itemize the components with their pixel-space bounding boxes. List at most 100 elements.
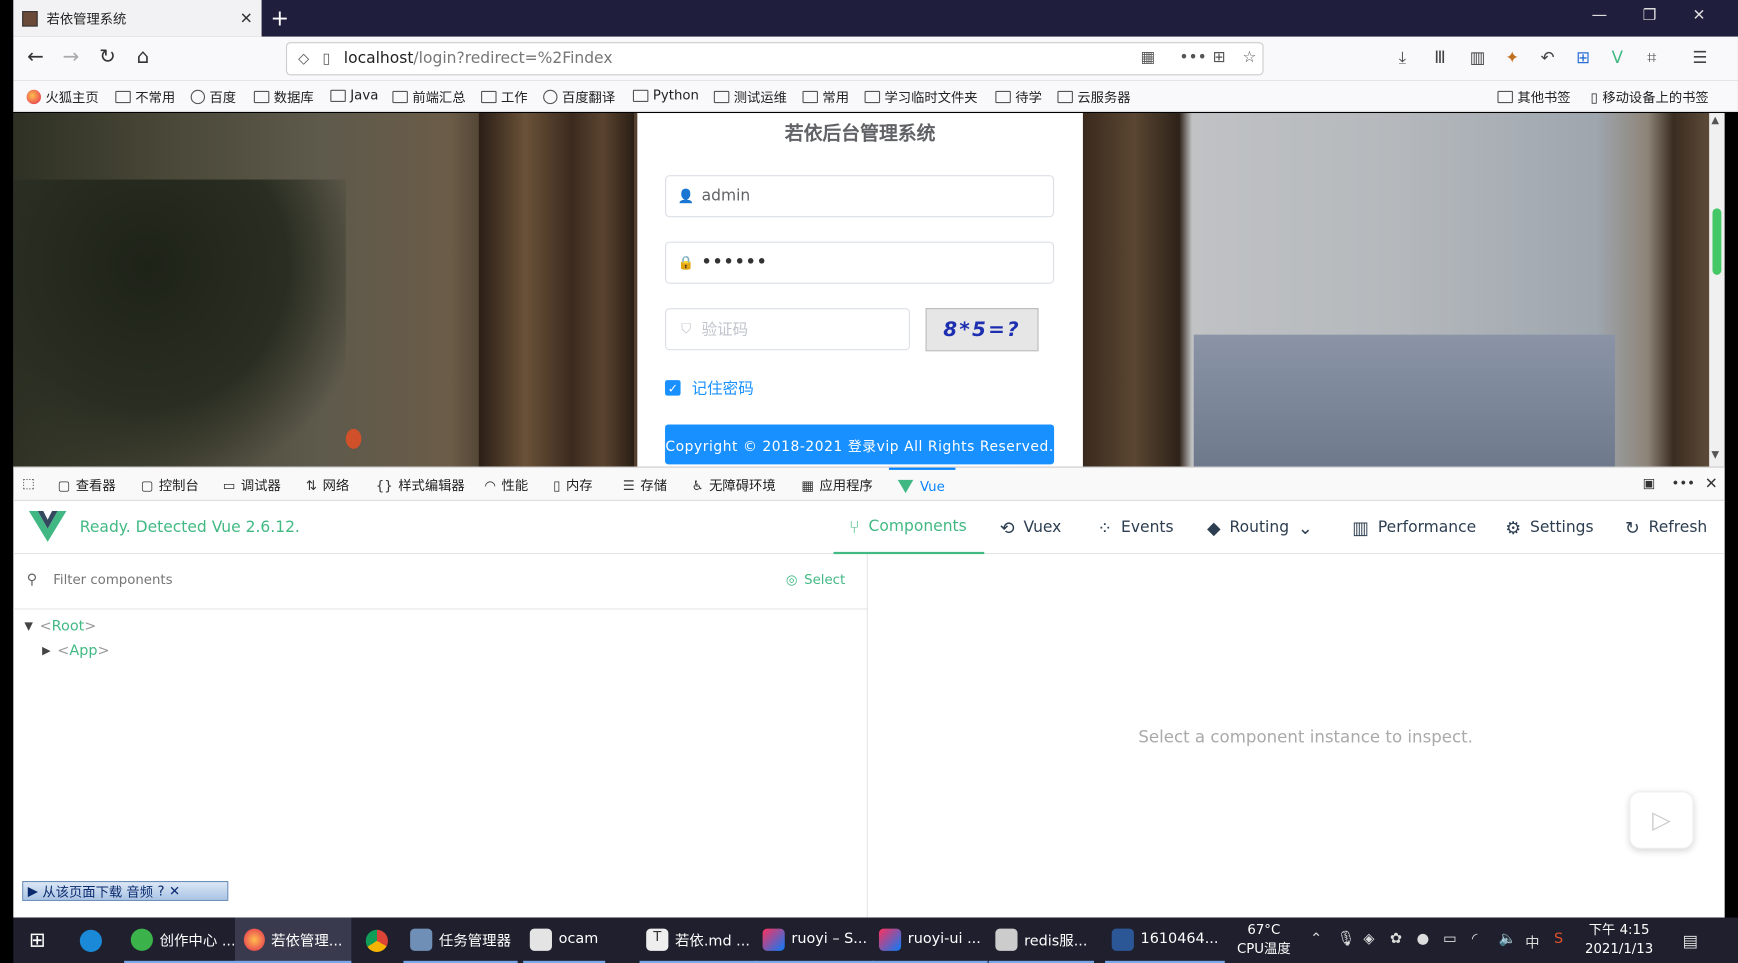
devtools-tab-style-editor[interactable]: {} 样式编辑器 bbox=[376, 475, 465, 494]
taskbar-app-ocam[interactable]: ocam bbox=[523, 918, 605, 963]
download-icon[interactable]: ⤓ bbox=[1399, 48, 1406, 68]
sogou-icon[interactable]: S bbox=[1554, 931, 1563, 948]
sidebar-icon[interactable]: ▥ bbox=[1470, 48, 1486, 68]
password-field[interactable]: 🔒 •••••• bbox=[665, 241, 1055, 284]
dock-side-icon[interactable]: ▣ bbox=[1643, 475, 1656, 491]
devtools-tab-accessibility[interactable]: ♿ 无障碍环境 bbox=[692, 475, 776, 494]
bookmark-folder[interactable]: 云服务器 bbox=[1057, 88, 1131, 107]
taskbar-chrome[interactable] bbox=[365, 918, 388, 963]
devtools-tab-storage[interactable]: ☰ 存储 bbox=[623, 475, 667, 494]
element-picker-icon[interactable]: ⬚ bbox=[22, 475, 35, 491]
vue-extension-icon[interactable]: V bbox=[1612, 48, 1623, 68]
new-tab-icon[interactable]: + bbox=[270, 4, 289, 31]
back-icon[interactable]: ← bbox=[22, 45, 49, 68]
select-component-button[interactable]: ◎ Select bbox=[786, 572, 845, 588]
browser-tab-active[interactable]: 若依管理系统 ✕ bbox=[13, 0, 262, 37]
qr-code-icon[interactable]: ▦ bbox=[1141, 49, 1156, 67]
bookmark-folder[interactable]: 常用 bbox=[802, 88, 849, 107]
bookmark-folder[interactable]: 不常用 bbox=[115, 88, 175, 107]
captcha-image[interactable]: 8*5=? bbox=[925, 308, 1039, 352]
taskbar-app-typora[interactable]: T 若依.md ... bbox=[639, 918, 757, 963]
bookmark-other-folder[interactable]: 其他书签 bbox=[1497, 88, 1571, 107]
username-field[interactable]: 👤 admin bbox=[665, 175, 1055, 218]
minimize-icon[interactable]: — bbox=[1592, 7, 1608, 25]
login-button[interactable]: Copyright © 2018-2021 登录vip All Rights R… bbox=[665, 424, 1055, 465]
tree-node-root[interactable]: ▼ <Root> bbox=[24, 618, 96, 635]
taskbar-app-webstorm[interactable]: ruoyi-ui ... bbox=[872, 918, 988, 963]
download-bar-close-icon[interactable]: ✕ bbox=[169, 883, 180, 899]
bookmark-baidu[interactable]: 百度 bbox=[190, 88, 236, 107]
devtools-tab-memory[interactable]: ▯ 内存 bbox=[553, 475, 592, 494]
extension-icon[interactable]: ✦ bbox=[1505, 48, 1519, 68]
remember-password-checkbox[interactable]: ✓ 记住密码 bbox=[665, 377, 754, 399]
translate-icon[interactable]: ⊞ bbox=[1213, 49, 1226, 67]
bookmark-folder[interactable]: 学习临时文件夹 bbox=[864, 88, 978, 107]
devtools-more-icon[interactable]: ••• bbox=[1671, 475, 1695, 491]
taskbar-app-firefox[interactable]: 若依管理... bbox=[234, 917, 352, 963]
devtools-tab-inspector[interactable]: ▢ 查看器 bbox=[58, 475, 116, 494]
notification-icon[interactable]: ▤ bbox=[1683, 931, 1699, 951]
tray-app-icon[interactable]: ● bbox=[1417, 931, 1430, 948]
window-close-icon[interactable]: ✕ bbox=[1693, 7, 1706, 25]
bookmark-firefox-home[interactable]: 火狐主页 bbox=[26, 88, 99, 107]
vue-tab-vuex[interactable]: ⟲ Vuex bbox=[1000, 501, 1062, 554]
scroll-thumb[interactable] bbox=[1712, 208, 1722, 275]
taskbar-app-task-manager[interactable]: 任务管理器 bbox=[403, 918, 518, 963]
bookmark-folder[interactable]: Java bbox=[330, 88, 378, 103]
page-scrollbar[interactable]: ▲ ▼ bbox=[1709, 113, 1725, 467]
devtools-tab-performance[interactable]: ◠ 性能 bbox=[484, 475, 528, 494]
devtools-tab-application[interactable]: ▦ 应用程序 bbox=[801, 475, 872, 494]
vue-refresh-button[interactable]: ↻ Refresh bbox=[1625, 501, 1707, 554]
restore-icon[interactable]: ❐ bbox=[1643, 7, 1657, 25]
bookmark-folder[interactable]: 数据库 bbox=[253, 88, 314, 107]
play-icon[interactable]: ▷ bbox=[1629, 791, 1694, 849]
devtools-tab-vue[interactable]: Vue bbox=[888, 467, 956, 502]
forward-icon[interactable]: → bbox=[58, 45, 85, 68]
volume-icon[interactable]: 🔈 bbox=[1499, 931, 1517, 948]
devtools-tab-console[interactable]: ▢ 控制台 bbox=[141, 475, 199, 494]
taskbar-app-idea[interactable]: ruoyi – S... bbox=[755, 918, 874, 963]
menu-icon[interactable]: ☰ bbox=[1693, 48, 1708, 68]
vue-tab-events[interactable]: ⁘ Events bbox=[1097, 501, 1173, 554]
microphone-icon[interactable]: 🎙 bbox=[1337, 931, 1355, 948]
bookmark-folder[interactable]: 测试运维 bbox=[713, 88, 787, 107]
bookmark-folder[interactable]: 待学 bbox=[995, 88, 1042, 107]
vue-tab-settings[interactable]: ⚙ Settings bbox=[1505, 501, 1593, 554]
help-icon[interactable]: ? bbox=[157, 883, 164, 899]
url-bar[interactable]: ◇ ▯ localhost/login?redirect=%2Findex ▦ … bbox=[285, 42, 1264, 76]
devtools-tab-debugger[interactable]: ▭ 调试器 bbox=[223, 475, 281, 494]
devtools-tab-network[interactable]: ⇅ 网络 bbox=[306, 475, 349, 494]
download-audio-bar[interactable]: ▶ 从该页面下载 音频 ? ✕ bbox=[22, 881, 229, 901]
vue-tab-performance[interactable]: ▥ Performance bbox=[1352, 501, 1476, 554]
bookmark-baidu-translate[interactable]: 百度翻译 bbox=[543, 88, 615, 107]
close-tab-icon[interactable]: ✕ bbox=[240, 9, 253, 27]
wifi-icon[interactable]: ◜ bbox=[1472, 931, 1478, 948]
bookmark-folder[interactable]: Python bbox=[632, 88, 699, 103]
taskbar-edge[interactable] bbox=[79, 918, 102, 963]
start-button[interactable]: ⊞ bbox=[29, 918, 46, 963]
bookmark-star-icon[interactable]: ☆ bbox=[1243, 49, 1257, 67]
system-clock[interactable]: 下午 4:15 2021/1/13 bbox=[1585, 921, 1653, 959]
bookmark-mobile-folder[interactable]: ▯ 移动设备上的书签 bbox=[1591, 88, 1709, 107]
reload-icon[interactable]: ↻ bbox=[94, 45, 121, 68]
home-icon[interactable]: ⌂ bbox=[130, 45, 157, 68]
tree-node-app[interactable]: ▶ <App> bbox=[42, 643, 110, 660]
taskbar-app-csdn[interactable]: 创作中心 ... bbox=[124, 918, 243, 963]
bookmark-folder[interactable]: 前端汇总 bbox=[392, 88, 466, 107]
taskbar-app-word[interactable]: 1610464... bbox=[1105, 918, 1226, 963]
captcha-field[interactable]: ⛉ 验证码 bbox=[665, 308, 910, 351]
more-actions-icon[interactable]: ••• bbox=[1179, 49, 1206, 67]
library-icon[interactable]: Ⅲ bbox=[1434, 48, 1445, 68]
tray-app-icon[interactable]: ✿ bbox=[1390, 931, 1402, 948]
vue-tab-routing[interactable]: ◆ Routing ⌄ bbox=[1207, 501, 1313, 554]
tray-expand-icon[interactable]: ⌃ bbox=[1310, 931, 1322, 948]
tray-app-icon[interactable]: ◈ bbox=[1363, 931, 1374, 948]
bookmark-folder[interactable]: 工作 bbox=[481, 88, 528, 107]
ime-indicator[interactable]: 中 bbox=[1525, 931, 1539, 952]
devtools-close-icon[interactable]: ✕ bbox=[1705, 475, 1718, 493]
scroll-up-icon[interactable]: ▲ bbox=[1711, 115, 1719, 126]
battery-icon[interactable]: ▭ bbox=[1443, 931, 1457, 948]
filter-components-input[interactable] bbox=[53, 571, 608, 588]
scroll-down-icon[interactable]: ▼ bbox=[1711, 450, 1719, 461]
taskbar-app-redis[interactable]: redis服... bbox=[988, 918, 1095, 963]
